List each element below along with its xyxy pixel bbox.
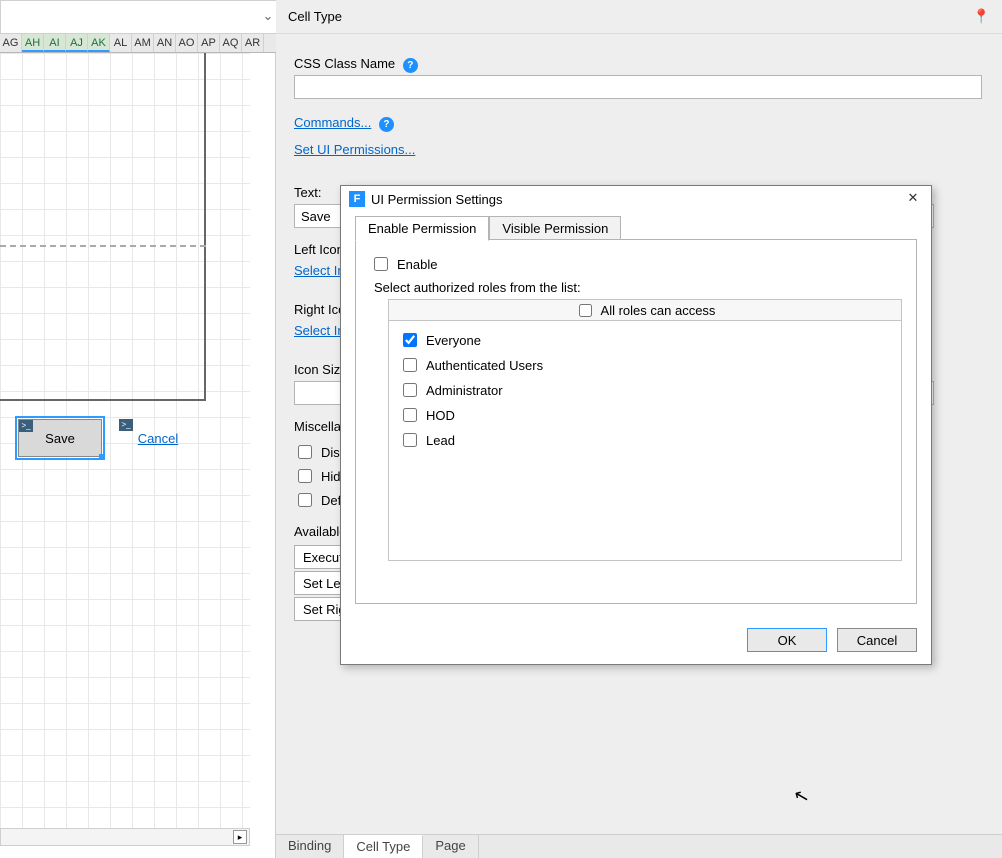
column-header[interactable]: AJ	[66, 34, 88, 52]
text-label: Text:	[294, 185, 321, 200]
close-icon[interactable]: ✕	[903, 189, 923, 209]
column-header[interactable]: AQ	[220, 34, 242, 52]
dialog-tabs: Enable PermissionVisible Permission	[355, 216, 621, 241]
role-row[interactable]: HOD	[399, 405, 891, 425]
role-checkbox[interactable]	[403, 408, 417, 422]
column-header[interactable]: AG	[0, 34, 22, 52]
dialog-panel: Enable Select authorized roles from the …	[355, 239, 917, 604]
save-cell-button[interactable]: Save	[18, 419, 102, 457]
column-header[interactable]: AO	[176, 34, 198, 52]
role-label: Administrator	[426, 383, 503, 398]
role-row[interactable]: Lead	[399, 430, 891, 450]
css-class-field: CSS Class Name ?	[294, 56, 984, 99]
role-label: HOD	[426, 408, 455, 423]
enable-checkbox-row[interactable]: Enable	[370, 254, 902, 274]
enable-checkbox[interactable]	[374, 257, 388, 271]
css-class-input[interactable]	[294, 75, 982, 99]
dialog-title: UI Permission Settings	[371, 192, 503, 207]
left-icon-label: Left Icon	[294, 242, 344, 257]
role-row[interactable]: Administrator	[399, 380, 891, 400]
all-roles-label: All roles can access	[601, 303, 716, 318]
pin-icon[interactable]: 📍	[973, 8, 990, 25]
help-icon[interactable]: ?	[403, 58, 418, 73]
set-ui-permissions-link[interactable]: Set UI Permissions...	[294, 142, 415, 157]
designer-left-pane: ⌄ AGAHAIAJAKALAMANAOAPAQAR Save Cancel ▸	[0, 0, 276, 858]
role-label: Authenticated Users	[426, 358, 543, 373]
column-headers: AGAHAIAJAKALAMANAOAPAQAR	[0, 34, 276, 53]
dialog-tab[interactable]: Visible Permission	[489, 216, 621, 241]
css-class-label: CSS Class Name	[294, 56, 395, 71]
misc-checkbox[interactable]	[298, 493, 312, 507]
column-header[interactable]: AP	[198, 34, 220, 52]
misc-checkbox[interactable]	[298, 445, 312, 459]
spreadsheet-grid[interactable]: Save Cancel	[0, 53, 250, 828]
ok-button[interactable]: OK	[747, 628, 827, 652]
dialog-titlebar[interactable]: F UI Permission Settings ✕	[341, 186, 931, 212]
role-checkbox[interactable]	[403, 358, 417, 372]
section-divider	[0, 245, 206, 247]
column-header[interactable]: AN	[154, 34, 176, 52]
role-label: Everyone	[426, 333, 481, 348]
roles-list: Everyone Authenticated Users Administrator…	[388, 321, 902, 561]
scroll-right-arrow-icon[interactable]: ▸	[233, 830, 247, 844]
properties-bottom-tabs: BindingCell TypePage	[276, 834, 1002, 858]
all-roles-header[interactable]: All roles can access	[388, 299, 902, 321]
save-cell-label: Save	[45, 431, 75, 446]
role-checkbox[interactable]	[403, 383, 417, 397]
column-header[interactable]: AH	[22, 34, 44, 52]
help-icon[interactable]: ?	[379, 117, 394, 132]
horizontal-scrollbar[interactable]: ▸	[0, 828, 250, 846]
role-checkbox[interactable]	[403, 333, 417, 347]
commands-link[interactable]: Commands...	[294, 115, 371, 130]
column-header[interactable]: AI	[44, 34, 66, 52]
properties-pane-title: Cell Type	[288, 9, 342, 24]
formula-dropdown-icon[interactable]: ⌄	[259, 7, 277, 27]
command-icon	[19, 420, 33, 432]
available-label: Available	[294, 524, 347, 539]
bottom-tab[interactable]: Cell Type	[344, 835, 423, 858]
frozen-pane-border	[0, 53, 206, 401]
column-header[interactable]: AL	[110, 34, 132, 52]
command-icon	[119, 419, 133, 431]
properties-pane-header: Cell Type 📍	[276, 0, 1002, 34]
cancel-cell-link[interactable]: Cancel	[138, 431, 178, 446]
enable-checkbox-label: Enable	[397, 257, 437, 272]
cancel-cell-button[interactable]: Cancel	[119, 419, 189, 457]
bottom-tab[interactable]: Binding	[276, 835, 344, 858]
role-checkbox[interactable]	[403, 433, 417, 447]
dialog-tab[interactable]: Enable Permission	[355, 216, 489, 241]
column-header[interactable]: AM	[132, 34, 154, 52]
bottom-tab[interactable]: Page	[423, 835, 478, 858]
dialog-buttons: OK Cancel	[747, 628, 917, 652]
column-header[interactable]: AK	[88, 34, 110, 52]
role-label: Lead	[426, 433, 455, 448]
app-icon: F	[349, 191, 365, 207]
role-row[interactable]: Authenticated Users	[399, 355, 891, 375]
all-roles-checkbox[interactable]	[579, 304, 592, 317]
formula-bar[interactable]: ⌄	[0, 0, 282, 34]
misc-checkbox[interactable]	[298, 469, 312, 483]
roles-prompt: Select authorized roles from the list:	[374, 280, 902, 295]
ui-permission-dialog: F UI Permission Settings ✕ Enable Permis…	[340, 185, 932, 665]
role-row[interactable]: Everyone	[399, 330, 891, 350]
cancel-button[interactable]: Cancel	[837, 628, 917, 652]
column-header[interactable]: AR	[242, 34, 264, 52]
